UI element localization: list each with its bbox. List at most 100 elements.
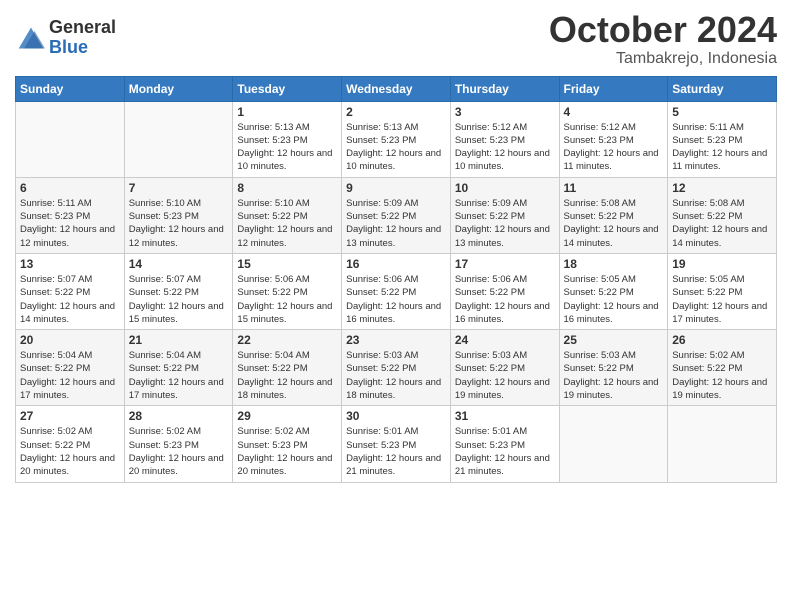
- day-number: 28: [129, 409, 229, 423]
- calendar-cell: 21 Sunrise: 5:04 AMSunset: 5:22 PMDayligh…: [124, 330, 233, 406]
- calendar-cell: [16, 101, 125, 177]
- day-number: 14: [129, 257, 229, 271]
- day-info: Sunrise: 5:08 AMSunset: 5:22 PMDaylight:…: [672, 197, 772, 250]
- day-info: Sunrise: 5:03 AMSunset: 5:22 PMDaylight:…: [455, 349, 555, 402]
- day-info: Sunrise: 5:06 AMSunset: 5:22 PMDaylight:…: [237, 273, 337, 326]
- calendar-cell: 30 Sunrise: 5:01 AMSunset: 5:23 PMDayligh…: [342, 406, 451, 482]
- calendar-cell: [668, 406, 777, 482]
- day-number: 30: [346, 409, 446, 423]
- calendar-cell: 29 Sunrise: 5:02 AMSunset: 5:23 PMDayligh…: [233, 406, 342, 482]
- calendar-cell: 3 Sunrise: 5:12 AMSunset: 5:23 PMDaylight…: [450, 101, 559, 177]
- col-wednesday: Wednesday: [342, 76, 451, 101]
- day-number: 26: [672, 333, 772, 347]
- day-number: 4: [564, 105, 664, 119]
- day-info: Sunrise: 5:07 AMSunset: 5:22 PMDaylight:…: [129, 273, 229, 326]
- calendar-cell: 7 Sunrise: 5:10 AMSunset: 5:23 PMDaylight…: [124, 177, 233, 253]
- calendar-cell: 1Sunrise: 5:13 AMSunset: 5:23 PMDaylight…: [233, 101, 342, 177]
- day-number: 21: [129, 333, 229, 347]
- day-info: Sunrise: 5:06 AMSunset: 5:22 PMDaylight:…: [455, 273, 555, 326]
- day-info: Sunrise: 5:04 AMSunset: 5:22 PMDaylight:…: [129, 349, 229, 402]
- col-saturday: Saturday: [668, 76, 777, 101]
- day-info: Sunrise: 5:03 AMSunset: 5:22 PMDaylight:…: [564, 349, 664, 402]
- col-sunday: Sunday: [16, 76, 125, 101]
- day-number: 12: [672, 181, 772, 195]
- day-number: 29: [237, 409, 337, 423]
- day-number: 31: [455, 409, 555, 423]
- location-subtitle: Tambakrejo, Indonesia: [549, 50, 777, 68]
- calendar-cell: 6Sunrise: 5:11 AMSunset: 5:23 PMDaylight…: [16, 177, 125, 253]
- day-info: Sunrise: 5:02 AMSunset: 5:22 PMDaylight:…: [672, 349, 772, 402]
- calendar-cell: 12 Sunrise: 5:08 AMSunset: 5:22 PMDayligh…: [668, 177, 777, 253]
- col-monday: Monday: [124, 76, 233, 101]
- day-info: Sunrise: 5:11 AMSunset: 5:23 PMDaylight:…: [672, 121, 772, 174]
- calendar-cell: 15Sunrise: 5:06 AMSunset: 5:22 PMDayligh…: [233, 253, 342, 329]
- day-info: Sunrise: 5:12 AMSunset: 5:23 PMDaylight:…: [455, 121, 555, 174]
- day-info: Sunrise: 5:02 AMSunset: 5:22 PMDaylight:…: [20, 425, 120, 478]
- logo-blue: Blue: [49, 38, 116, 58]
- calendar-table: Sunday Monday Tuesday Wednesday Thursday…: [15, 76, 777, 483]
- calendar-week-0: 1Sunrise: 5:13 AMSunset: 5:23 PMDaylight…: [16, 101, 777, 177]
- col-thursday: Thursday: [450, 76, 559, 101]
- day-info: Sunrise: 5:01 AMSunset: 5:23 PMDaylight:…: [346, 425, 446, 478]
- day-info: Sunrise: 5:08 AMSunset: 5:22 PMDaylight:…: [564, 197, 664, 250]
- day-number: 11: [564, 181, 664, 195]
- calendar-cell: 22Sunrise: 5:04 AMSunset: 5:22 PMDayligh…: [233, 330, 342, 406]
- calendar-cell: 20Sunrise: 5:04 AMSunset: 5:22 PMDayligh…: [16, 330, 125, 406]
- calendar-week-1: 6Sunrise: 5:11 AMSunset: 5:23 PMDaylight…: [16, 177, 777, 253]
- calendar-week-3: 20Sunrise: 5:04 AMSunset: 5:22 PMDayligh…: [16, 330, 777, 406]
- logo-general: General: [49, 18, 116, 38]
- day-info: Sunrise: 5:10 AMSunset: 5:22 PMDaylight:…: [237, 197, 337, 250]
- logo-text: General Blue: [49, 18, 116, 58]
- day-info: Sunrise: 5:02 AMSunset: 5:23 PMDaylight:…: [129, 425, 229, 478]
- calendar-cell: 11 Sunrise: 5:08 AMSunset: 5:22 PMDayligh…: [559, 177, 668, 253]
- calendar-cell: 31 Sunrise: 5:01 AMSunset: 5:23 PMDayligh…: [450, 406, 559, 482]
- calendar-cell: 8 Sunrise: 5:10 AMSunset: 5:22 PMDaylight…: [233, 177, 342, 253]
- day-number: 22: [237, 333, 337, 347]
- calendar-cell: 26 Sunrise: 5:02 AMSunset: 5:22 PMDayligh…: [668, 330, 777, 406]
- day-number: 18: [564, 257, 664, 271]
- calendar-cell: 23 Sunrise: 5:03 AMSunset: 5:22 PMDayligh…: [342, 330, 451, 406]
- day-info: Sunrise: 5:07 AMSunset: 5:22 PMDaylight:…: [20, 273, 120, 326]
- day-info: Sunrise: 5:12 AMSunset: 5:23 PMDaylight:…: [564, 121, 664, 174]
- day-number: 3: [455, 105, 555, 119]
- header-row: Sunday Monday Tuesday Wednesday Thursday…: [16, 76, 777, 101]
- day-number: 16: [346, 257, 446, 271]
- logo-icon: [15, 24, 47, 52]
- calendar-cell: 27 Sunrise: 5:02 AMSunset: 5:22 PMDayligh…: [16, 406, 125, 482]
- calendar-cell: [559, 406, 668, 482]
- day-number: 8: [237, 181, 337, 195]
- day-number: 10: [455, 181, 555, 195]
- day-number: 23: [346, 333, 446, 347]
- day-number: 24: [455, 333, 555, 347]
- title-block: October 2024 Tambakrejo, Indonesia: [549, 10, 777, 68]
- header: General Blue October 2024 Tambakrejo, In…: [15, 10, 777, 68]
- calendar-cell: [124, 101, 233, 177]
- calendar-cell: 13Sunrise: 5:07 AMSunset: 5:22 PMDayligh…: [16, 253, 125, 329]
- day-number: 27: [20, 409, 120, 423]
- calendar-week-2: 13Sunrise: 5:07 AMSunset: 5:22 PMDayligh…: [16, 253, 777, 329]
- day-number: 7: [129, 181, 229, 195]
- day-info: Sunrise: 5:05 AMSunset: 5:22 PMDaylight:…: [672, 273, 772, 326]
- calendar-cell: 4 Sunrise: 5:12 AMSunset: 5:23 PMDaylight…: [559, 101, 668, 177]
- calendar-cell: 19Sunrise: 5:05 AMSunset: 5:22 PMDayligh…: [668, 253, 777, 329]
- day-info: Sunrise: 5:01 AMSunset: 5:23 PMDaylight:…: [455, 425, 555, 478]
- calendar-cell: 14 Sunrise: 5:07 AMSunset: 5:22 PMDayligh…: [124, 253, 233, 329]
- col-friday: Friday: [559, 76, 668, 101]
- day-info: Sunrise: 5:03 AMSunset: 5:22 PMDaylight:…: [346, 349, 446, 402]
- logo: General Blue: [15, 18, 116, 58]
- day-info: Sunrise: 5:04 AMSunset: 5:22 PMDaylight:…: [20, 349, 120, 402]
- day-info: Sunrise: 5:10 AMSunset: 5:23 PMDaylight:…: [129, 197, 229, 250]
- calendar-cell: 28 Sunrise: 5:02 AMSunset: 5:23 PMDayligh…: [124, 406, 233, 482]
- day-info: Sunrise: 5:09 AMSunset: 5:22 PMDaylight:…: [346, 197, 446, 250]
- calendar-cell: 25 Sunrise: 5:03 AMSunset: 5:22 PMDayligh…: [559, 330, 668, 406]
- calendar-cell: 16 Sunrise: 5:06 AMSunset: 5:22 PMDayligh…: [342, 253, 451, 329]
- day-number: 1: [237, 105, 337, 119]
- calendar-week-4: 27 Sunrise: 5:02 AMSunset: 5:22 PMDayligh…: [16, 406, 777, 482]
- day-info: Sunrise: 5:09 AMSunset: 5:22 PMDaylight:…: [455, 197, 555, 250]
- day-info: Sunrise: 5:02 AMSunset: 5:23 PMDaylight:…: [237, 425, 337, 478]
- day-number: 25: [564, 333, 664, 347]
- col-tuesday: Tuesday: [233, 76, 342, 101]
- calendar-cell: 9Sunrise: 5:09 AMSunset: 5:22 PMDaylight…: [342, 177, 451, 253]
- day-info: Sunrise: 5:06 AMSunset: 5:22 PMDaylight:…: [346, 273, 446, 326]
- calendar-body: 1Sunrise: 5:13 AMSunset: 5:23 PMDaylight…: [16, 101, 777, 482]
